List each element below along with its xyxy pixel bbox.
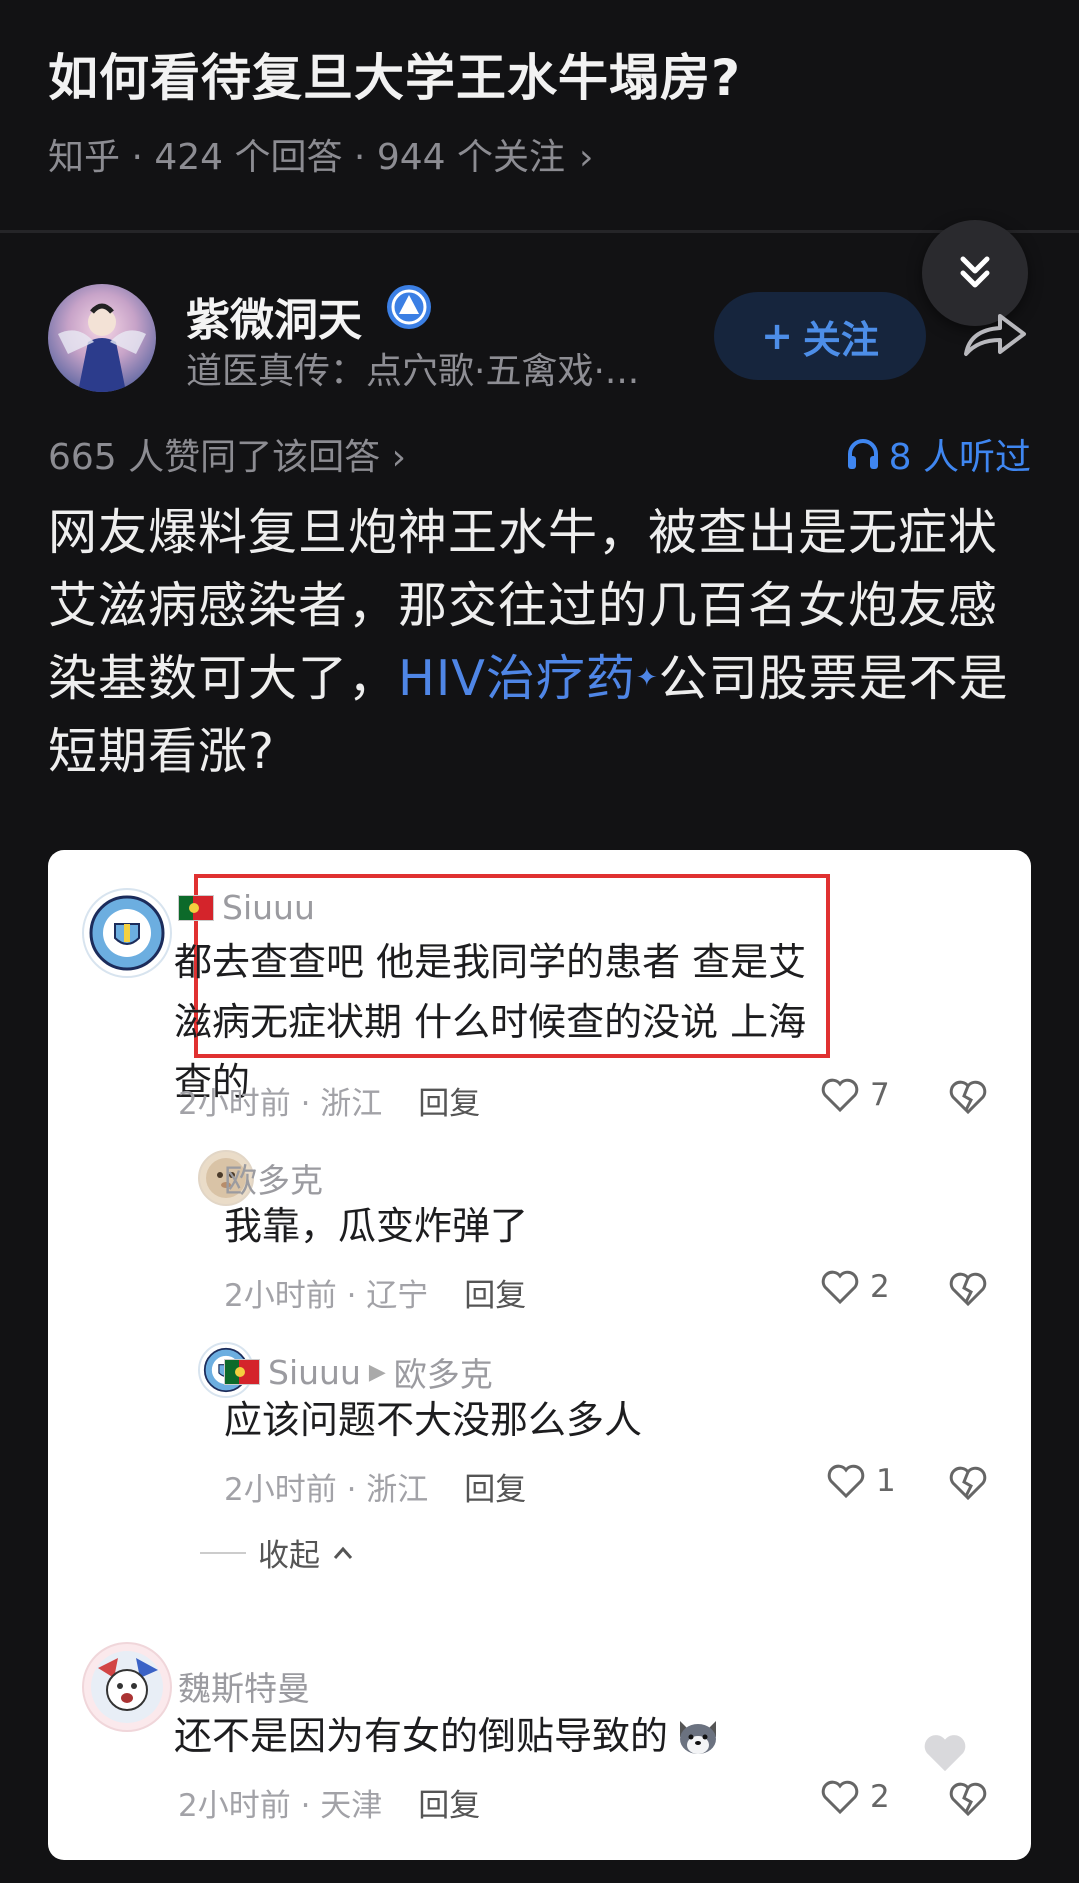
bottom-edge (0, 1870, 1079, 1883)
comment-time-location: 2小时前 · 浙江 (224, 1472, 429, 1508)
comment-body: 还不是因为有女的倒贴导致的 (174, 1714, 669, 1758)
comment-body: 应该问题不大没那么多人 (224, 1398, 643, 1442)
divider-line (200, 1551, 246, 1554)
collapse-label: 收起 (258, 1538, 320, 1574)
plus-icon: + (761, 314, 793, 358)
like-button[interactable]: 1 (826, 1462, 896, 1500)
listened-text: 8 人听过 (888, 437, 1031, 478)
comment-screenshot-card: Siuuu 都去查查吧 他是我同学的患者 查是艾滋病无症状期 什么时候查的没说 … (48, 850, 1031, 1860)
author-avatar-art (58, 303, 146, 392)
comment-meta: 2小时前 · 辽宁 回复 (224, 1270, 526, 1315)
like-count: 2 (870, 1779, 890, 1815)
reply-button[interactable]: 回复 (464, 1472, 526, 1508)
answer-text: 网友爆料复旦炮神王水牛，被查出是无症状艾滋病感染者，那交往过的几百名女炮友感染基… (48, 496, 1038, 788)
agree-count[interactable]: 665 人赞同了该回答 › (48, 428, 406, 480)
like-button[interactable]: 2 (820, 1778, 890, 1816)
answer-search-link[interactable]: HIV治疗药 (398, 650, 636, 707)
comment-meta: 2小时前 · 浙江 回复 (224, 1464, 526, 1509)
heart-icon (821, 1270, 859, 1305)
follow-label: 关注 (802, 317, 879, 362)
comment-user[interactable]: Siuuu (178, 888, 315, 927)
comment-time-location: 2小时前 · 辽宁 (224, 1278, 429, 1314)
like-count: 7 (870, 1077, 890, 1113)
portugal-flag-icon (224, 1359, 260, 1385)
double-chevron-down-icon (960, 256, 990, 288)
author-name[interactable]: 紫微洞天 (186, 284, 362, 348)
author-avatar[interactable] (48, 284, 156, 392)
comment-body-row: 还不是因为有女的倒贴导致的 (174, 1706, 814, 1766)
verified-badge-icon (384, 282, 434, 336)
chevron-right-icon: › (578, 137, 594, 178)
comment-user[interactable]: 魏斯特曼 (178, 1662, 310, 1710)
husky-emoji-icon (680, 1721, 717, 1754)
like-button[interactable]: 7 (820, 1076, 890, 1114)
comment-username: 魏斯特曼 (178, 1669, 310, 1708)
heart-icon (821, 1780, 859, 1815)
like-count: 1 (876, 1463, 896, 1499)
header-divider (0, 230, 1079, 233)
comment-username: 欧多克 (224, 1161, 323, 1200)
manchester-city-badge-icon[interactable] (82, 888, 172, 978)
comment-username: Siuuu (268, 1352, 361, 1392)
chevron-up-icon (333, 1546, 353, 1559)
broken-heart-icon[interactable] (948, 1078, 988, 1120)
headphones-icon (847, 439, 878, 469)
reply-button[interactable]: 回复 (418, 1788, 480, 1824)
comment-time-location: 2小时前 · 浙江 (178, 1086, 383, 1122)
question-title[interactable]: 如何看待复旦大学王水牛塌房? (48, 38, 741, 110)
comment-meta: 2小时前 · 天津 回复 (178, 1780, 480, 1825)
collapse-replies-button[interactable]: 收起 (200, 1530, 354, 1575)
comment-avatar[interactable] (82, 1642, 172, 1732)
author-bio: 道医真传：点穴歌·五禽戏·... (186, 351, 640, 392)
floating-like-icon[interactable] (920, 1730, 970, 1780)
heart-icon (821, 1078, 859, 1113)
question-meta[interactable]: 知乎 · 424 个回答 · 944 个关注 › (48, 128, 593, 180)
broken-heart-icon[interactable] (948, 1464, 988, 1506)
sparkle-icon: ✦ (635, 663, 659, 693)
share-icon[interactable] (960, 310, 1030, 364)
like-button[interactable]: 2 (820, 1268, 890, 1306)
portugal-flag-icon (178, 894, 214, 921)
comment-time-location: 2小时前 · 天津 (178, 1788, 383, 1824)
reply-button[interactable]: 回复 (464, 1278, 526, 1314)
follow-button[interactable]: + 关注 (714, 292, 926, 380)
broken-heart-icon[interactable] (948, 1780, 988, 1822)
like-count: 2 (870, 1269, 890, 1305)
reply-button[interactable]: 回复 (418, 1086, 480, 1122)
comment-meta: 2小时前 · 浙江 回复 (178, 1078, 480, 1123)
heart-icon (827, 1464, 865, 1499)
reply-to-username: 欧多克 (393, 1355, 493, 1394)
comment-body: 我靠，瓜变炸弹了 (224, 1204, 529, 1248)
broken-heart-icon[interactable] (948, 1270, 988, 1312)
question-meta-text: 知乎 · 424 个回答 · 944 个关注 (48, 137, 565, 178)
comment-user[interactable]: Siuuu ▶ 欧多克 (224, 1348, 493, 1396)
comment-username: Siuuu (222, 888, 315, 927)
reply-arrow-icon: ▶ (368, 1359, 386, 1385)
comment-user[interactable]: 欧多克 (224, 1154, 323, 1202)
listened-count[interactable]: 8 人听过 (845, 428, 1031, 480)
